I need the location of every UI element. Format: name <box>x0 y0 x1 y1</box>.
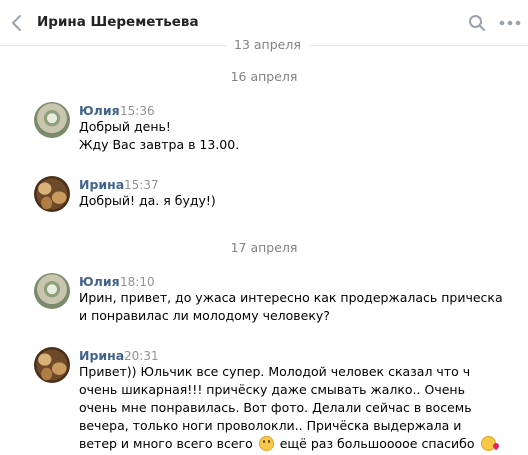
message-line: ветер и много всего всего ещё раз большо… <box>79 435 519 453</box>
message-author[interactable]: Ирина <box>79 177 124 192</box>
message-time[interactable]: 20:31 <box>124 349 159 363</box>
message-line: вечера, только ноги проволокли.. Причёск… <box>79 418 462 433</box>
message-time[interactable]: 15:36 <box>120 104 155 118</box>
message-text: Добрый день! Жду Вас завтра в 13.00. <box>79 118 519 154</box>
message-line: Жду Вас завтра в 13.00. <box>79 137 240 152</box>
avatar[interactable] <box>34 176 70 212</box>
message-line: и понравилас ли молодому человеку? <box>79 308 330 323</box>
date-separator-2: 16 апреля <box>230 69 298 84</box>
chevron-left-icon[interactable] <box>10 14 24 32</box>
message-time[interactable]: 18:10 <box>120 275 155 289</box>
more-horizontal-icon[interactable] <box>499 20 521 26</box>
message-author[interactable]: Юлия <box>79 274 120 289</box>
message-author[interactable]: Юлия <box>79 103 120 118</box>
message-segment: ветер и много всего всего <box>79 436 253 451</box>
date-separator-3: 17 апреля <box>230 240 298 255</box>
chat-title[interactable]: Ирина Шереметьева <box>37 14 199 30</box>
message-line: Ирин, привет, до ужаса интересно как про… <box>79 290 503 305</box>
date-separator-1: 13 апреля <box>226 37 309 52</box>
face-blowing-kiss-emoji-icon <box>480 436 496 451</box>
avatar[interactable] <box>34 347 70 383</box>
message-line: очень мне понравилась. Вот фото. Делали … <box>79 400 472 415</box>
search-icon[interactable] <box>468 14 486 32</box>
message-time[interactable]: 15:37 <box>124 178 159 192</box>
avatar[interactable] <box>34 273 70 309</box>
message-author[interactable]: Ирина <box>79 348 124 363</box>
message-line: Добрый день! <box>79 119 171 134</box>
message-line: Добрый! да. я буду!) <box>79 193 216 208</box>
message-line: очень шикарная!!! причёску даже смывать … <box>79 382 465 397</box>
avatar[interactable] <box>34 102 70 138</box>
message-segment: ещё раз большоооое спасибо <box>279 436 475 451</box>
smiling-face-emoji-icon <box>258 436 274 451</box>
message-text: Добрый! да. я буду!) <box>79 192 519 210</box>
message-text: Привет)) Юльчик все супер. Молодой челов… <box>79 363 519 453</box>
message-text: Ирин, привет, до ужаса интересно как про… <box>79 289 519 325</box>
message-line: Привет)) Юльчик все супер. Молодой челов… <box>79 364 471 379</box>
